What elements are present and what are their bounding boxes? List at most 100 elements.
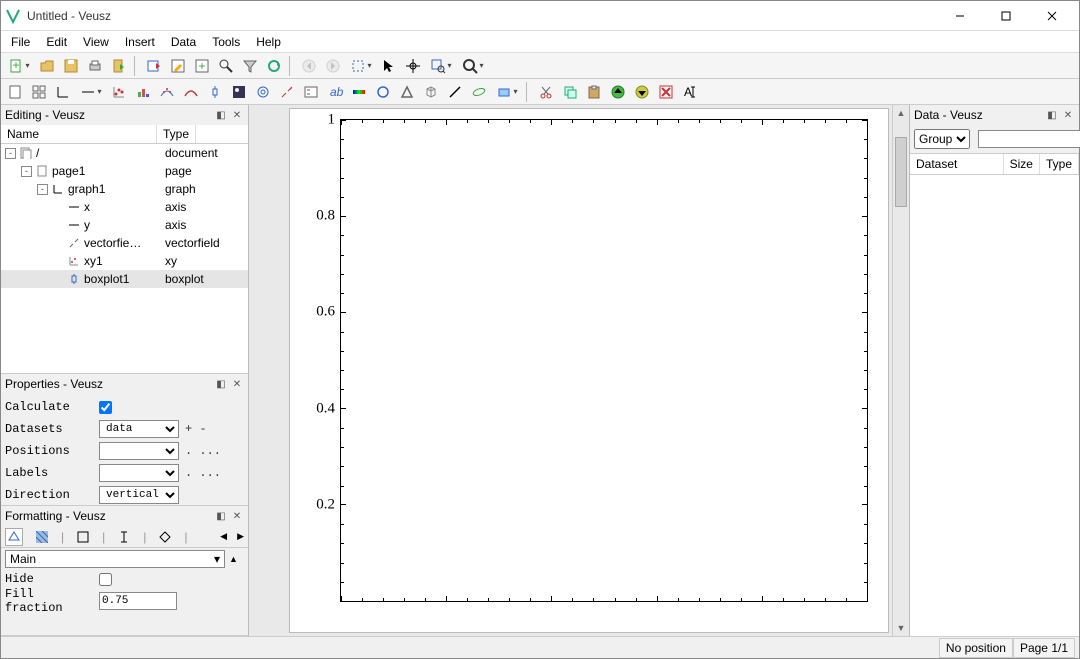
add-grid-icon[interactable] xyxy=(28,81,50,103)
data-table-body[interactable] xyxy=(910,175,1079,636)
add-page-icon[interactable] xyxy=(4,81,26,103)
add-contour-icon[interactable] xyxy=(252,81,274,103)
tree-row[interactable]: -page1page xyxy=(1,162,248,180)
move-down-button[interactable] xyxy=(631,81,653,103)
copy-button[interactable] xyxy=(559,81,581,103)
edit-data-button[interactable] xyxy=(167,55,189,77)
data-search-input[interactable] xyxy=(978,130,1080,148)
rename-button[interactable]: A xyxy=(679,81,701,103)
import-data-button[interactable] xyxy=(143,55,165,77)
add-label-icon[interactable]: ab xyxy=(324,81,346,103)
plot-area[interactable]: 0.20.40.60.81 xyxy=(340,119,868,602)
select-mode-button[interactable] xyxy=(346,55,376,77)
capture-button[interactable] xyxy=(215,55,237,77)
menu-data[interactable]: Data xyxy=(165,33,202,51)
add-axis-icon[interactable] xyxy=(76,81,106,103)
prop-checkbox[interactable] xyxy=(99,401,112,414)
plot-viewport[interactable]: 0.20.40.60.81 ▲ ▼ xyxy=(249,105,909,636)
filter-button[interactable] xyxy=(239,55,261,77)
tabs-scroll-right-icon[interactable]: ▶ xyxy=(237,531,244,542)
pointer-button[interactable] xyxy=(378,55,400,77)
maximize-button[interactable] xyxy=(983,1,1029,30)
menu-insert[interactable]: Insert xyxy=(119,33,161,51)
app-logo xyxy=(5,8,21,24)
tabs-scroll-left-icon[interactable]: ◀ xyxy=(220,531,227,542)
vertical-scrollbar[interactable]: ▲ ▼ xyxy=(892,105,909,636)
add-3d-icon[interactable] xyxy=(420,81,442,103)
fmt-tab-border[interactable] xyxy=(74,528,92,546)
fmt-input[interactable] xyxy=(99,592,177,610)
prop-label: Positions xyxy=(5,444,95,458)
print-button[interactable] xyxy=(84,55,106,77)
prop-combo[interactable]: data xyxy=(99,420,179,438)
zoom-page-button[interactable] xyxy=(458,55,488,77)
next-page-button[interactable] xyxy=(322,55,344,77)
prev-page-button[interactable] xyxy=(298,55,320,77)
add-vector-icon[interactable] xyxy=(276,81,298,103)
delete-button[interactable] xyxy=(655,81,677,103)
close-panel-icon[interactable]: ✕ xyxy=(230,509,244,523)
crosshair-button[interactable] xyxy=(402,55,424,77)
add-image-icon[interactable] xyxy=(228,81,250,103)
add-fit-icon[interactable] xyxy=(156,81,178,103)
tree-row[interactable]: yaxis xyxy=(1,216,248,234)
fmt-tab-whisker[interactable] xyxy=(115,528,133,546)
tree-row[interactable]: xy1xy xyxy=(1,252,248,270)
move-up-button[interactable] xyxy=(607,81,629,103)
add-graph-icon[interactable] xyxy=(52,81,74,103)
minimize-button[interactable] xyxy=(937,1,983,30)
data-group-select[interactable]: Group xyxy=(914,129,970,149)
undock-icon[interactable]: ◧ xyxy=(1045,108,1059,122)
menu-file[interactable]: File xyxy=(5,33,36,51)
fmt-checkbox[interactable] xyxy=(99,573,112,586)
add-boxplot-icon[interactable] xyxy=(204,81,226,103)
add-bar-icon[interactable] xyxy=(132,81,154,103)
tree-row[interactable]: -graph1graph xyxy=(1,180,248,198)
close-button[interactable] xyxy=(1029,1,1075,30)
add-covariance-icon[interactable] xyxy=(468,81,490,103)
undock-icon[interactable]: ◧ xyxy=(214,509,228,523)
fmt-scroll-up-icon[interactable]: ▲ xyxy=(229,554,238,564)
close-panel-icon[interactable]: ✕ xyxy=(1061,108,1075,122)
add-key-icon[interactable] xyxy=(300,81,322,103)
menu-tools[interactable]: Tools xyxy=(206,33,246,51)
zoom-graph-button[interactable] xyxy=(426,55,456,77)
reload-button[interactable] xyxy=(263,55,285,77)
prop-combo[interactable] xyxy=(99,442,179,460)
tree-row[interactable]: boxplot1boxplot xyxy=(1,270,248,288)
menu-view[interactable]: View xyxy=(77,33,115,51)
add-colorbar-icon[interactable] xyxy=(348,81,370,103)
prop-combo[interactable]: vertical xyxy=(99,486,179,504)
menu-help[interactable]: Help xyxy=(250,33,287,51)
fmt-tab-main[interactable] xyxy=(5,528,23,546)
tree-row[interactable]: xaxis xyxy=(1,198,248,216)
add-triangle-icon[interactable] xyxy=(396,81,418,103)
add-xy-icon[interactable] xyxy=(108,81,130,103)
add-ellipse-icon[interactable] xyxy=(372,81,394,103)
close-panel-icon[interactable]: ✕ xyxy=(230,108,244,122)
undock-icon[interactable]: ◧ xyxy=(214,377,228,391)
save-button[interactable] xyxy=(60,55,82,77)
close-panel-icon[interactable]: ✕ xyxy=(230,377,244,391)
add-line-icon[interactable] xyxy=(444,81,466,103)
add-shape-icon[interactable] xyxy=(492,81,522,103)
add-function-icon[interactable] xyxy=(180,81,202,103)
tree-row[interactable]: vectorfie…vectorfield xyxy=(1,234,248,252)
properties-body: CalculateDatasetsdata+ -Positions. ...La… xyxy=(1,394,248,505)
window-title: Untitled - Veusz xyxy=(27,9,937,23)
menu-edit[interactable]: Edit xyxy=(40,33,73,51)
formatting-section-combo[interactable]: Main▾ xyxy=(5,550,225,568)
status-position: No position xyxy=(939,638,1013,658)
export-button[interactable] xyxy=(108,55,130,77)
tree-row[interactable]: -/document xyxy=(1,144,248,162)
prop-combo[interactable] xyxy=(99,464,179,482)
new-doc-button[interactable]: + xyxy=(4,55,34,77)
open-button[interactable] xyxy=(36,55,58,77)
widget-tree[interactable]: -/document-page1page-graph1graphxaxisyax… xyxy=(1,144,248,373)
cut-button[interactable] xyxy=(535,81,557,103)
paste-button[interactable] xyxy=(583,81,605,103)
fmt-tab-marker[interactable] xyxy=(156,528,174,546)
create-data-button[interactable]: + xyxy=(191,55,213,77)
undock-icon[interactable]: ◧ xyxy=(214,108,228,122)
fmt-tab-fill[interactable] xyxy=(33,528,51,546)
